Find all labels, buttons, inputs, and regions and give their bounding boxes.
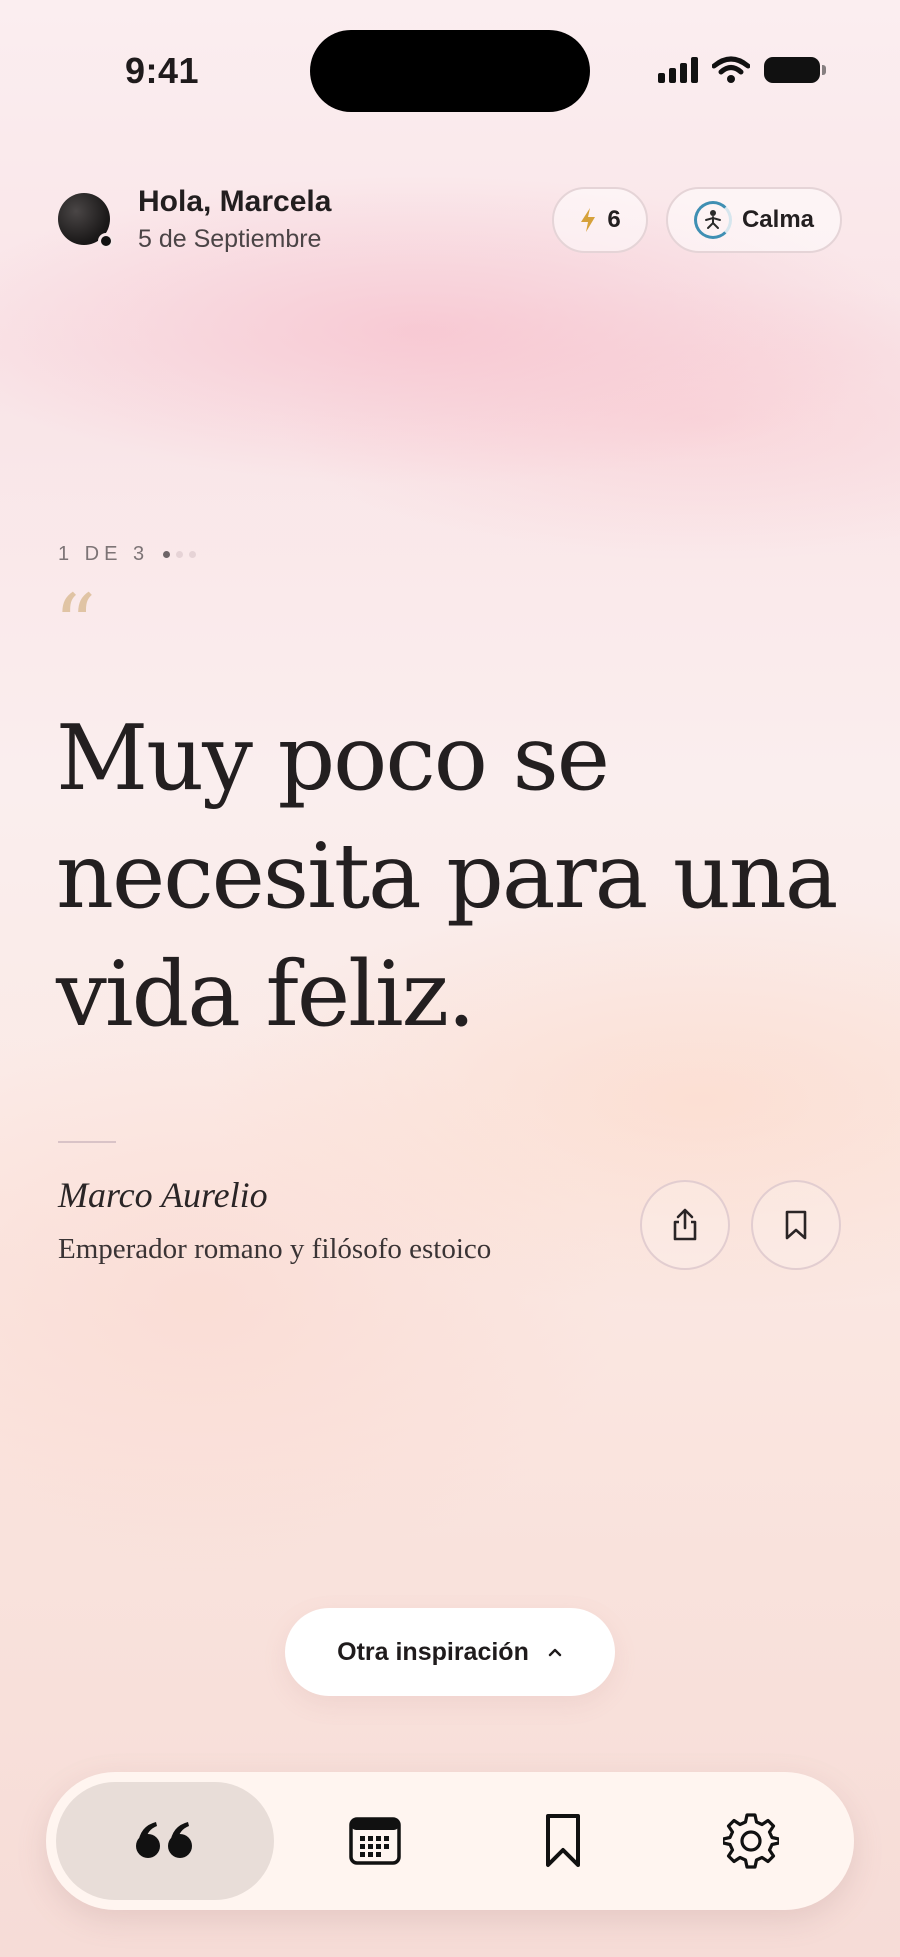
divider	[58, 1141, 116, 1143]
greeting-title: Hola, Marcela	[138, 185, 332, 218]
mood-badge[interactable]: Calma	[666, 187, 842, 253]
status-time: 9:41	[125, 50, 200, 91]
share-icon	[673, 1208, 697, 1241]
header: Hola, Marcela 5 de Septiembre 6 Calma	[56, 185, 844, 255]
lightning-icon	[581, 208, 596, 232]
open-quote-mark: “	[54, 578, 96, 673]
greeting-date: 5 de Septiembre	[138, 225, 322, 253]
battery-icon	[764, 57, 826, 83]
bookmark-icon	[785, 1210, 807, 1240]
quote-author: Marco Aurelio	[58, 1175, 268, 1215]
another-inspiration-button[interactable]: Otra inspiración	[285, 1608, 615, 1696]
quote-counter-text: 1 DE 3	[58, 543, 150, 565]
status-icons	[658, 56, 826, 84]
share-button[interactable]	[640, 1180, 730, 1270]
another-inspiration-label: Otra inspiración	[337, 1637, 529, 1666]
tab-calendar[interactable]	[300, 1782, 450, 1900]
tab-quotes[interactable]	[56, 1782, 274, 1900]
greeting: Hola, Marcela 5 de Septiembre	[138, 185, 331, 254]
page-dot	[176, 551, 184, 558]
bookmark-button[interactable]	[751, 1180, 841, 1270]
avatar-status-dot	[98, 233, 114, 249]
quote-counter: 1 DE 3	[58, 543, 197, 566]
tab-saved[interactable]	[488, 1782, 638, 1900]
cellular-signal-icon	[658, 57, 698, 83]
tab-bar	[46, 1772, 854, 1910]
status-bar: 9:41	[0, 0, 900, 140]
page-indicator	[163, 551, 197, 558]
bookmark-icon	[546, 1814, 580, 1867]
chevron-up-icon	[548, 1648, 562, 1657]
wifi-icon	[712, 56, 750, 83]
mood-label: Calma	[741, 206, 815, 233]
tab-settings[interactable]	[676, 1782, 826, 1900]
streak-count: 6	[607, 206, 621, 233]
meditation-icon	[693, 201, 732, 239]
dynamic-island	[310, 30, 590, 112]
calendar-icon	[349, 1817, 401, 1865]
quote-text: Muy poco se necesita para una vida feliz…	[56, 706, 838, 1047]
page-dot-active	[163, 551, 171, 558]
quote-author-role: Emperador romano y filósofo estoico	[58, 1233, 492, 1265]
streak-badge[interactable]: 6	[552, 187, 648, 253]
gear-icon	[723, 1813, 779, 1869]
quote-icon	[136, 1822, 192, 1858]
page-dot	[189, 551, 197, 558]
